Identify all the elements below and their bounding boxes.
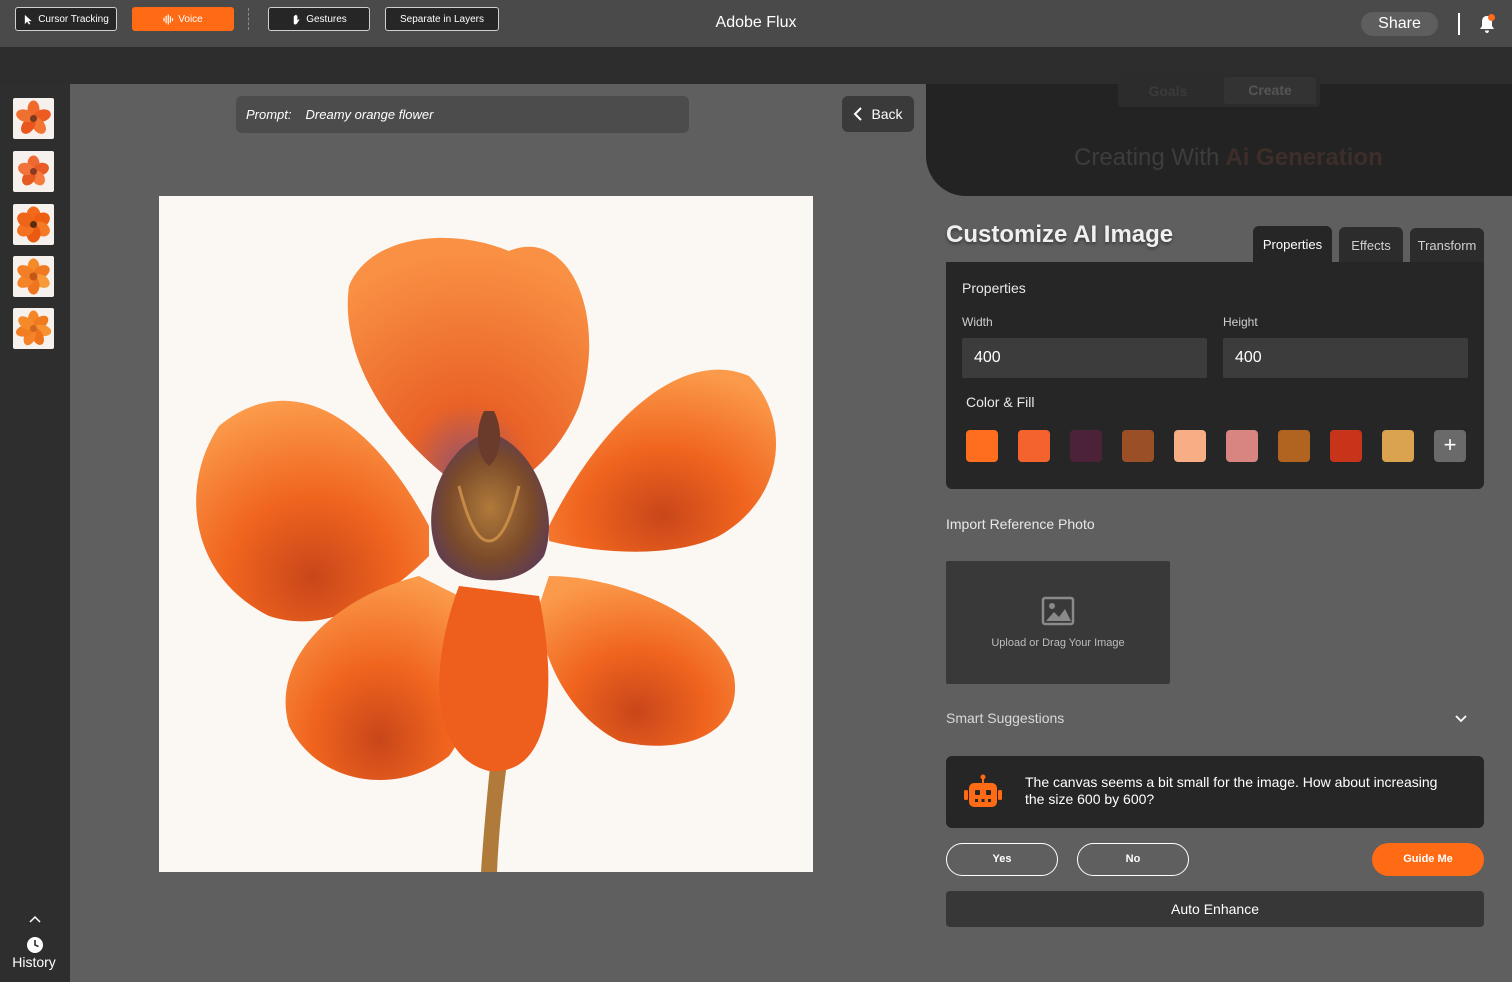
flower-thumbnail-icon [17,258,50,295]
image-canvas[interactable] [159,196,813,872]
auto-enhance-button[interactable]: Auto Enhance [946,891,1484,927]
suggestion-message: The canvas seems a bit small for the ima… [1025,774,1438,807]
no-button[interactable]: No [1077,843,1189,876]
creating-prefix: Creating With [1074,144,1220,171]
color-swatch[interactable] [1278,430,1310,462]
image-icon [1041,596,1075,626]
flower-thumbnail-icon [18,155,49,186]
history-label: History [12,954,56,970]
color-fill-label: Color & Fill [966,394,1035,410]
color-swatch[interactable] [1070,430,1102,462]
flower-thumbnail-icon [17,206,50,243]
yes-button[interactable]: Yes [946,843,1058,876]
tab-effects[interactable]: Effects [1339,227,1403,263]
voice-label: Voice [178,13,203,25]
color-swatch[interactable] [966,430,998,462]
height-label: Height [1223,315,1258,329]
separate-layers-label: Separate in Layers [400,13,484,25]
prompt-value: Dreamy orange flower [305,107,434,122]
clock-icon [27,937,43,953]
chevron-left-icon [854,107,863,121]
prompt-bar[interactable]: Prompt: Dreamy orange flower [236,96,689,133]
cursor-icon [25,14,32,25]
smart-suggestions-label: Smart Suggestions [946,710,1065,726]
history-thumbnail[interactable] [13,204,54,245]
history-thumbnail[interactable] [13,151,54,192]
flower-thumbnail-icon [16,100,51,134]
history-thumbnail[interactable] [13,308,54,349]
cursor-tracking-button[interactable]: Cursor Tracking [15,7,117,31]
color-swatch[interactable] [1330,430,1362,462]
height-input[interactable] [1223,338,1468,378]
hand-icon [293,14,300,25]
prompt-label: Prompt: [246,107,292,122]
tab-create[interactable]: Create [1224,77,1316,104]
width-input[interactable] [962,338,1207,378]
title-divider [1458,13,1460,35]
creating-highlight: Ai Generation [1225,144,1383,171]
gestures-button[interactable]: Gestures [268,7,370,31]
color-swatch[interactable] [1382,430,1414,462]
gestures-label: Gestures [306,13,347,25]
robot-icon [964,774,1002,807]
back-label: Back [871,106,903,122]
color-swatch[interactable] [1174,430,1206,462]
creating-heading: Creating With Ai Generation [1074,144,1383,172]
voice-button[interactable]: Voice [132,7,234,31]
tab-properties[interactable]: Properties [1253,226,1332,262]
color-swatch[interactable] [1122,430,1154,462]
voice-wave-icon [163,13,174,25]
history-thumbnail[interactable] [13,98,54,139]
tab-goals[interactable]: Goals [1123,78,1213,104]
flower-thumbnail-icon [15,310,52,346]
chevron-down-icon[interactable] [1454,711,1468,725]
import-label: Import Reference Photo [946,516,1095,532]
cursor-tracking-label: Cursor Tracking [38,13,109,25]
watercolor-flower-image [196,237,777,872]
toolbar-separator [248,8,249,30]
color-swatch[interactable] [1226,430,1258,462]
add-color-button[interactable]: + [1434,430,1466,462]
upload-text: Upload or Drag Your Image [991,637,1125,649]
separate-layers-button[interactable]: Separate in Layers [385,7,499,31]
color-swatch[interactable] [1018,430,1050,462]
properties-heading: Properties [962,280,1026,296]
history-thumbnail[interactable] [13,256,54,297]
back-button[interactable]: Back [842,96,914,132]
tab-transform[interactable]: Transform [1410,228,1484,262]
chevron-up-icon [29,915,41,923]
guide-me-button[interactable]: Guide Me [1372,843,1484,876]
share-button[interactable]: Share [1361,12,1438,36]
history-toggle[interactable] [0,912,70,959]
customize-title: Customize AI Image [946,221,1174,248]
width-label: Width [962,315,993,329]
notification-dot [1488,14,1495,21]
